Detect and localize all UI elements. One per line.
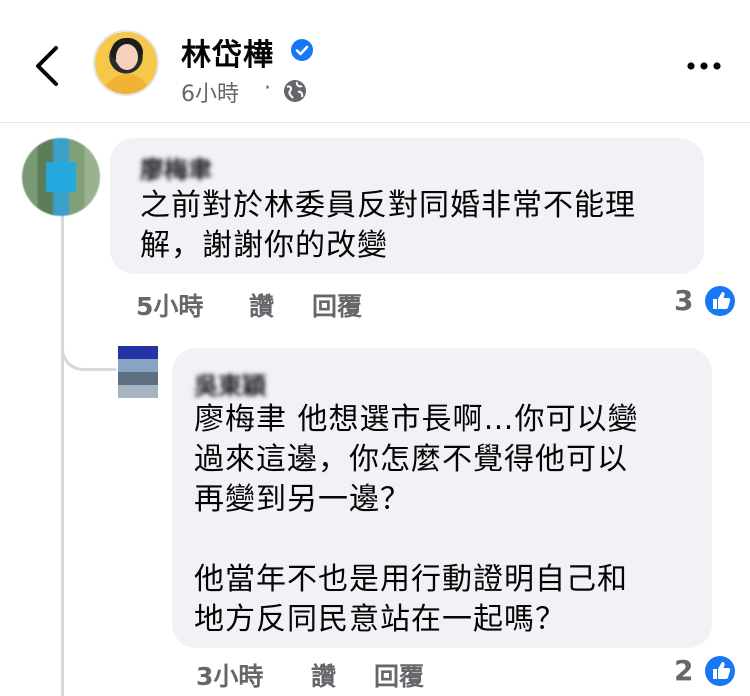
reply-connector	[61, 320, 116, 371]
like-reaction-icon[interactable]	[704, 285, 736, 317]
author-name[interactable]: 林岱樺	[181, 30, 274, 74]
post-time[interactable]: 6小時	[181, 76, 239, 108]
reply-text: 廖梅聿 他想選市長啊…你可以變 過來這邊，你怎麼不覺得他可以 再變到另一邊？ 他…	[194, 402, 639, 637]
commenter-avatar[interactable]	[22, 138, 100, 216]
comment-text: 之前對於林委員反對同婚非常不能理 解，謝謝你的改變	[140, 188, 636, 263]
reply-like-reaction-icon[interactable]	[704, 655, 736, 687]
comment-time[interactable]: 5小時	[136, 287, 203, 323]
reply-button[interactable]: 回覆	[312, 287, 362, 323]
thread-line	[61, 214, 64, 696]
verified-badge-icon	[291, 39, 313, 61]
comment-bubble: 廖梅聿 之前對於林委員反對同婚非常不能理 解，謝謝你的改變	[110, 138, 704, 274]
reply-reply-button[interactable]: 回覆	[374, 657, 424, 693]
reply-commenter-avatar[interactable]	[118, 346, 158, 398]
like-button[interactable]: 讚	[249, 287, 274, 323]
commenter-name[interactable]: 廖梅聿	[140, 150, 212, 185]
reply-like-button[interactable]: 讚	[311, 657, 336, 693]
reply-bubble: 吳東穎 廖梅聿 他想選市長啊…你可以變 過來這邊，你怎麼不覺得他可以 再變到另一…	[172, 348, 712, 648]
chevron-left-icon[interactable]	[30, 44, 64, 88]
reply-time[interactable]: 3小時	[196, 657, 263, 693]
reply-reaction-count[interactable]: 2	[674, 654, 693, 687]
reaction-count[interactable]: 3	[674, 284, 693, 317]
meta-separator: ·	[264, 76, 271, 101]
post-header: 林岱樺 6小時 ·	[0, 0, 750, 123]
more-horizontal-icon[interactable]	[686, 58, 722, 74]
globe-icon	[284, 80, 306, 102]
reply-commenter-name[interactable]: 吳東穎	[194, 366, 266, 401]
author-avatar[interactable]	[93, 30, 159, 96]
